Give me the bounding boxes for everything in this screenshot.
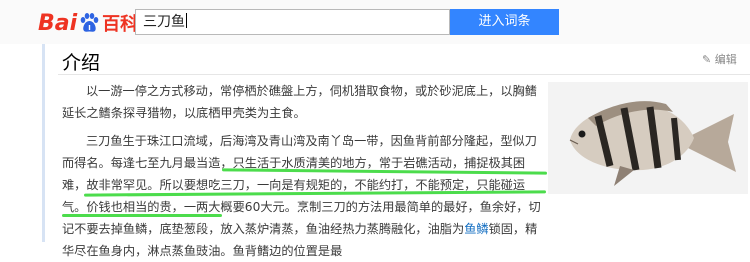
logo-baike-text: 百科	[102, 14, 139, 35]
fish-image[interactable]	[548, 82, 748, 194]
highlight-mark-3	[62, 214, 222, 217]
baidu-baike-logo[interactable]: Bai 百科	[38, 8, 138, 38]
left-accent-bar	[42, 44, 45, 242]
search-input-value: 三刀鱼	[143, 14, 185, 30]
paragraph-2-text-a: 三刀鱼生于珠江口流域，后海湾及青山湾及南丫岛一带，因鱼背前部分隆起，型似刀而得名…	[62, 134, 541, 236]
enter-entry-button[interactable]: 进入词条	[450, 9, 559, 35]
pencil-icon: ✎	[702, 53, 712, 66]
fish-scale-link[interactable]: 鱼鳞	[464, 222, 488, 236]
top-bar: Bai 百科 三刀鱼 进入词条	[0, 0, 750, 44]
edit-label: 编辑	[714, 53, 737, 66]
section-title: 介绍	[62, 52, 101, 74]
fish-illustration	[569, 101, 736, 186]
edit-link[interactable]: ✎ 编辑	[702, 51, 737, 67]
paw-icon	[80, 13, 99, 32]
paragraph-1: 以一游一停之方式移动，常停栖於礁盤上方，伺机猎取食物，或於砂泥底上，以胸鳍延长之…	[62, 84, 537, 120]
section-divider	[58, 74, 750, 75]
logo-bai-text: Bai	[38, 10, 78, 36]
text-caret	[186, 13, 187, 28]
search-input[interactable]: 三刀鱼	[135, 9, 450, 35]
